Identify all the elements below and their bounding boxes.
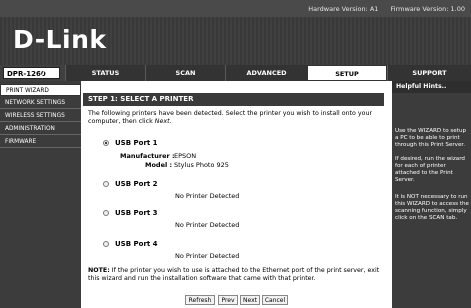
usb-port-3-label: USB Port 3 bbox=[115, 209, 158, 217]
sidebar-item-network-settings[interactable]: NETWORK SETTINGS bbox=[0, 97, 81, 109]
firmware-version: Firmware Version: 1.00 bbox=[390, 5, 466, 13]
note-body: If the printer you wish to use is attach… bbox=[88, 267, 380, 282]
model-slash-icon: // bbox=[42, 67, 50, 78]
tab-setup[interactable]: SETUP bbox=[307, 65, 387, 81]
prev-button[interactable]: Prev bbox=[218, 295, 238, 305]
help-paragraph-2: If desired, run the wizard for each of p… bbox=[395, 156, 465, 183]
cancel-button[interactable]: Cancel bbox=[262, 295, 288, 305]
usb-port-3-radio[interactable] bbox=[103, 210, 109, 216]
usb-port-2-label: USB Port 2 bbox=[115, 180, 158, 188]
tab-advanced[interactable]: ADVANCED bbox=[225, 65, 307, 81]
help-panel: Helpful Hints.. Use the WIZARD to setup … bbox=[392, 81, 471, 308]
dlink-logo: D-Link bbox=[13, 25, 107, 54]
sidebar-item-wireless-settings[interactable]: WIRELESS SETTINGS bbox=[0, 110, 81, 122]
top-bar: Hardware Version: A1 Firmware Version: 1… bbox=[0, 0, 471, 17]
usb-port-4-status: No Printer Detected bbox=[175, 252, 240, 260]
usb-port-3-status: No Printer Detected bbox=[175, 221, 240, 229]
intro-text: The following printers have been detecte… bbox=[88, 110, 373, 125]
intro-body: The following printers have been detecte… bbox=[88, 110, 373, 125]
intro-next: Next bbox=[154, 118, 170, 125]
tab-support[interactable]: SUPPORT bbox=[387, 65, 471, 81]
usb-port-2-radio[interactable] bbox=[103, 181, 109, 187]
next-button[interactable]: Next bbox=[240, 295, 260, 305]
hardware-version: Hardware Version: A1 bbox=[308, 5, 379, 13]
refresh-button[interactable]: Refresh bbox=[185, 295, 215, 305]
note-label: NOTE: bbox=[88, 267, 110, 274]
manufacturer-value: EPSON bbox=[174, 152, 197, 160]
step-title: STEP 1: SELECT A PRINTER bbox=[83, 93, 384, 106]
usb-port-4-radio[interactable] bbox=[103, 241, 109, 247]
usb-port-2-status: No Printer Detected bbox=[175, 192, 240, 200]
usb-port-1-radio[interactable] bbox=[103, 140, 109, 146]
usb-port-4-label: USB Port 4 bbox=[115, 240, 158, 248]
sidebar-item-print-wizard[interactable]: PRINT WIZARD bbox=[0, 84, 81, 96]
sidebar-item-firmware[interactable]: FIRMWARE bbox=[0, 136, 81, 148]
tab-scan[interactable]: SCAN bbox=[145, 65, 225, 81]
sidebar-item-administration[interactable]: ADMINISTRATION bbox=[0, 123, 81, 135]
help-paragraph-1: Use the WIZARD to setup a PC to be able … bbox=[395, 128, 467, 148]
usb-port-1-label: USB Port 1 bbox=[115, 139, 158, 147]
help-title: Helpful Hints.. bbox=[392, 81, 471, 93]
version-info: Hardware Version: A1 Firmware Version: 1… bbox=[298, 5, 465, 13]
note-text: NOTE: If the printer you wish to use is … bbox=[88, 267, 380, 283]
help-paragraph-3: It is NOT necessary to run this WIZARD t… bbox=[395, 194, 469, 221]
tab-status[interactable]: STATUS bbox=[65, 65, 145, 81]
model-label-text: Model : bbox=[145, 161, 173, 169]
model-value: Stylus Photo 925 bbox=[174, 161, 229, 169]
model-label: DPR-1260 bbox=[3, 67, 60, 79]
manufacturer-label: Manufacturer : bbox=[120, 152, 175, 160]
